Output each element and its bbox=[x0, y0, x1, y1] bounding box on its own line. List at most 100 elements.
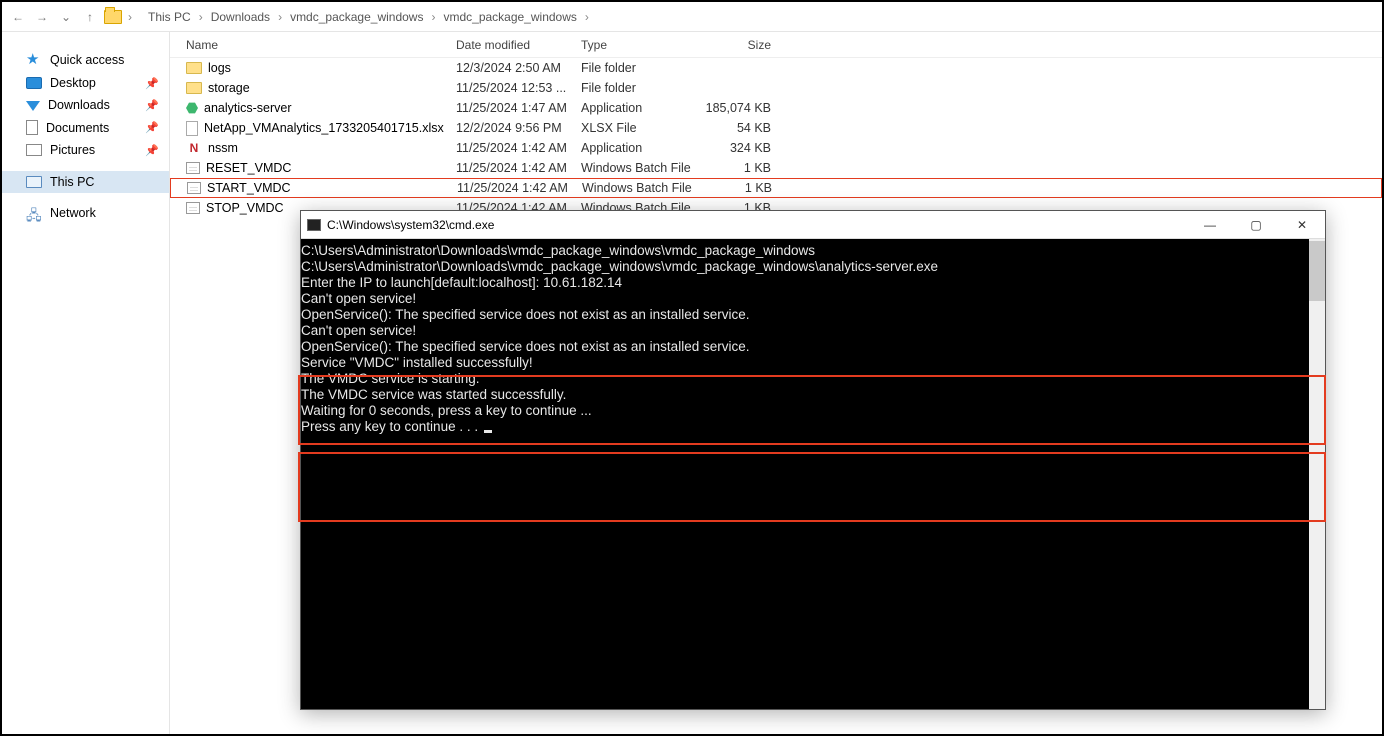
sidebar-item-network[interactable]: 🖧 Network bbox=[2, 201, 169, 225]
crumb[interactable]: vmdc_package_windows bbox=[286, 8, 427, 26]
file-list-pane: Name Date modified Type Size logs 12/3/20… bbox=[170, 32, 1382, 734]
file-row[interactable]: NetApp_VMAnalytics_1733205401715.xlsx 12/… bbox=[170, 118, 1382, 138]
file-size: 1 KB bbox=[702, 181, 782, 195]
file-size: 185,074 KB bbox=[701, 101, 781, 115]
file-date: 11/25/2024 1:42 AM bbox=[457, 181, 582, 195]
sidebar-item-label: Documents bbox=[46, 121, 109, 135]
cmd-body[interactable]: C:\Users\Administrator\Downloads\vmdc_pa… bbox=[301, 239, 1325, 709]
thispc-label: This PC bbox=[50, 175, 94, 189]
file-name: START_VMDC bbox=[207, 181, 291, 195]
chevron-right-icon: › bbox=[276, 10, 284, 24]
bat-icon bbox=[186, 202, 200, 214]
file-name: NetApp_VMAnalytics_1733205401715.xlsx bbox=[204, 121, 444, 135]
chevron-right-icon: › bbox=[583, 10, 591, 24]
sidebar-item-desktop[interactable]: Desktop 📌 bbox=[2, 72, 169, 94]
file-date: 11/25/2024 1:42 AM bbox=[456, 141, 581, 155]
pin-icon: 📌 bbox=[145, 77, 159, 90]
n-icon: N bbox=[186, 140, 202, 156]
bat-icon bbox=[186, 162, 200, 174]
pin-icon: 📌 bbox=[145, 121, 159, 134]
close-button[interactable]: ✕ bbox=[1279, 211, 1325, 239]
column-headers: Name Date modified Type Size bbox=[170, 32, 1382, 58]
desktop-icon bbox=[26, 77, 42, 89]
minimize-button[interactable]: — bbox=[1187, 211, 1233, 239]
file-row[interactable]: Nnssm 11/25/2024 1:42 AMApplication324 KB bbox=[170, 138, 1382, 158]
file-row[interactable]: analytics-server11/25/2024 1:47 AMApplic… bbox=[170, 98, 1382, 118]
file-row[interactable]: RESET_VMDC 11/25/2024 1:42 AMWindows Batc… bbox=[170, 158, 1382, 178]
maximize-button[interactable]: ▢ bbox=[1233, 211, 1279, 239]
sidebar-item-pictures[interactable]: Pictures 📌 bbox=[2, 139, 169, 161]
sidebar-item-label: Downloads bbox=[48, 98, 110, 112]
highlight-box-2 bbox=[298, 452, 1326, 522]
file-type: Application bbox=[581, 101, 701, 115]
hex-icon bbox=[186, 102, 198, 114]
col-name[interactable]: Name bbox=[186, 38, 456, 52]
breadcrumb: This PC›Downloads›vmdc_package_windows›v… bbox=[144, 8, 591, 26]
sidebar-item-downloads[interactable]: Downloads 📌 bbox=[2, 94, 169, 116]
file-type: File folder bbox=[581, 81, 701, 95]
file-type: XLSX File bbox=[581, 121, 701, 135]
nav-pane: ★ Quick access Desktop 📌 Downloads 📌 Doc… bbox=[2, 32, 170, 734]
file-name: STOP_VMDC bbox=[206, 201, 284, 215]
cmd-scrollbar[interactable] bbox=[1309, 239, 1325, 709]
cmd-title-text: C:\Windows\system32\cmd.exe bbox=[327, 218, 494, 232]
sidebar-item-documents[interactable]: Documents 📌 bbox=[2, 116, 169, 139]
file-type: Application bbox=[581, 141, 701, 155]
cmd-output: C:\Users\Administrator\Downloads\vmdc_pa… bbox=[301, 239, 1325, 435]
folder-icon bbox=[104, 10, 122, 24]
network-label: Network bbox=[50, 206, 96, 220]
col-type[interactable]: Type bbox=[581, 38, 701, 52]
up-button[interactable]: ↑ bbox=[80, 7, 100, 27]
file-size: 1 KB bbox=[701, 161, 781, 175]
file-name: nssm bbox=[208, 141, 238, 155]
crumb[interactable]: Downloads bbox=[207, 8, 274, 26]
crumb[interactable]: vmdc_package_windows bbox=[439, 8, 580, 26]
file-type: Windows Batch File bbox=[582, 181, 702, 195]
back-button[interactable]: ← bbox=[8, 7, 28, 27]
file-date: 11/25/2024 1:47 AM bbox=[456, 101, 581, 115]
thispc-icon bbox=[26, 176, 42, 188]
folder-icon bbox=[186, 82, 202, 94]
file-type: File folder bbox=[581, 61, 701, 75]
quick-access-label: Quick access bbox=[50, 53, 124, 67]
file-date: 12/2/2024 9:56 PM bbox=[456, 121, 581, 135]
sidebar-item-thispc[interactable]: This PC bbox=[2, 171, 169, 193]
file-size: 54 KB bbox=[701, 121, 781, 135]
cmd-scroll-thumb[interactable] bbox=[1309, 241, 1325, 301]
col-size[interactable]: Size bbox=[701, 38, 781, 52]
folder-icon bbox=[186, 62, 202, 74]
file-row[interactable]: START_VMDC 11/25/2024 1:42 AMWindows Batc… bbox=[170, 178, 1382, 198]
file-date: 11/25/2024 12:53 ... bbox=[456, 81, 581, 95]
chevron-right-icon: › bbox=[197, 10, 205, 24]
file-date: 11/25/2024 1:42 AM bbox=[456, 161, 581, 175]
sidebar-quick-access[interactable]: ★ Quick access bbox=[2, 48, 169, 72]
file-row[interactable]: storage 11/25/2024 12:53 ...File folder bbox=[170, 78, 1382, 98]
sidebar-item-label: Desktop bbox=[50, 76, 96, 90]
star-icon: ★ bbox=[26, 52, 42, 68]
pin-icon: 📌 bbox=[145, 99, 159, 112]
file-size: 324 KB bbox=[701, 141, 781, 155]
forward-button[interactable]: → bbox=[32, 7, 52, 27]
crumb[interactable]: This PC bbox=[144, 8, 195, 26]
downloads-icon bbox=[26, 101, 40, 111]
bat-icon bbox=[187, 182, 201, 194]
pictures-icon bbox=[26, 144, 42, 156]
pin-icon: 📌 bbox=[145, 144, 159, 157]
file-row[interactable]: logs 12/3/2024 2:50 AMFile folder bbox=[170, 58, 1382, 78]
chevron-right-icon: › bbox=[126, 10, 134, 24]
file-date: 12/3/2024 2:50 AM bbox=[456, 61, 581, 75]
address-bar: ← → ⌄ ↑ › This PC›Downloads›vmdc_package… bbox=[2, 2, 1382, 32]
cmd-icon bbox=[307, 219, 321, 231]
file-type: Windows Batch File bbox=[581, 161, 701, 175]
chevron-right-icon: › bbox=[429, 10, 437, 24]
sidebar-item-label: Pictures bbox=[50, 143, 95, 157]
col-date[interactable]: Date modified bbox=[456, 38, 581, 52]
network-icon: 🖧 bbox=[26, 205, 42, 221]
file-name: logs bbox=[208, 61, 231, 75]
cmd-window: C:\Windows\system32\cmd.exe — ▢ ✕ C:\Use… bbox=[300, 210, 1326, 710]
file-icon bbox=[186, 121, 198, 136]
cmd-titlebar[interactable]: C:\Windows\system32\cmd.exe — ▢ ✕ bbox=[301, 211, 1325, 239]
history-dropdown[interactable]: ⌄ bbox=[56, 7, 76, 27]
file-name: storage bbox=[208, 81, 250, 95]
file-name: RESET_VMDC bbox=[206, 161, 291, 175]
